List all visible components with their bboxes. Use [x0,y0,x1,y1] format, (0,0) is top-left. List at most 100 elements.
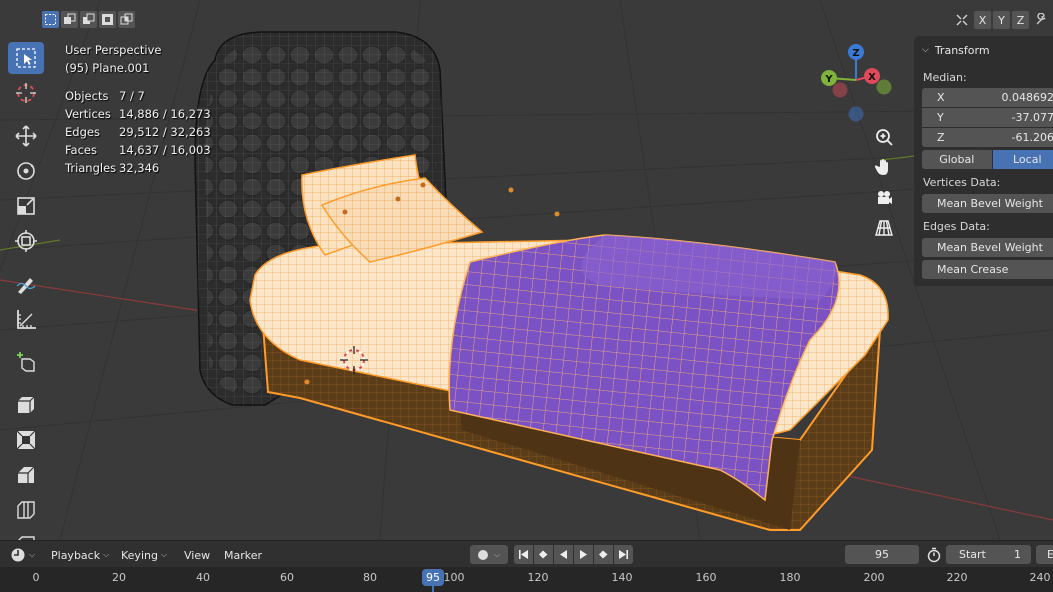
measure-tool[interactable] [8,303,44,335]
stat-label: Vertices [65,107,111,121]
stat-row: Edges 29,512 / 32,263 [65,123,211,141]
stat-row: Objects 7 / 7 [65,87,211,105]
add-cube-tool[interactable] [8,346,44,378]
stat-value: 32,346 [119,161,160,175]
3d-viewport[interactable]: X Y Z User Perspective (95) Plane.001 Ob… [0,0,1053,540]
edges-mean-crease-field[interactable]: Mean Crease [922,260,1053,279]
frame-tick: 40 [196,571,210,584]
timeline-header: ⌵ Playback ⌵ Keying ⌵ View Marker ⌵ 95 Sta… [0,540,1053,567]
select-extend-icon[interactable] [61,11,78,28]
axis-label: Y [937,111,944,124]
frame-tick: 0 [32,571,40,584]
frame-tick: 200 [863,571,885,584]
gizmo-x-label: X [868,72,876,83]
select-box-tool[interactable] [8,42,44,74]
wrench-icon[interactable] [1031,11,1051,29]
perspective-grid-icon[interactable] [871,215,897,241]
cursor-tool[interactable] [8,77,44,109]
global-toggle-button[interactable]: Global [922,150,992,169]
pan-hand-icon[interactable] [871,154,897,180]
median-label: Median: [923,71,967,84]
frame-tick: 180 [779,571,801,584]
median-x-field[interactable]: X 0.048692 [922,88,1053,107]
marker-menu[interactable]: Marker [224,546,262,564]
menu-label: Playback [51,548,101,562]
menu-label: Keying [121,548,158,562]
mirror-x-button[interactable]: X [974,11,991,29]
record-icon [477,549,488,560]
view-menu[interactable]: View [184,546,210,564]
mirror-axis-group: X Y Z [952,11,1051,29]
transform-panel-header[interactable]: ⌵ Transform [922,40,990,60]
loop-cut-tool[interactable] [8,494,44,526]
vertices-mean-bevel-weight-field[interactable]: Mean Bevel Weight [922,194,1053,213]
transform-tool[interactable] [8,225,44,257]
start-value: 1 [1014,548,1021,561]
zoom-icon[interactable] [871,124,897,150]
frame-tick: 60 [280,571,294,584]
jump-start-icon[interactable] [514,545,533,564]
jump-keyframe-back-icon[interactable] [534,545,553,564]
auto-keying-toggle[interactable]: ⌵ [470,545,508,564]
bevel-tool[interactable] [8,459,44,491]
axis-label: Z [937,131,945,144]
view-name: User Perspective [65,43,162,57]
play-reverse-icon[interactable] [554,545,573,564]
frame-tick: 240 [1029,571,1051,584]
select-subtract-icon[interactable] [80,11,97,28]
median-y-field[interactable]: Y -37.077 [922,108,1053,127]
playback-menu[interactable]: Playback ⌵ [51,546,109,564]
playhead-frame-indicator[interactable]: 95 [422,569,444,586]
edges-mean-bevel-weight-field[interactable]: Mean Bevel Weight [922,238,1053,257]
mirror-y-button[interactable]: Y [993,11,1010,29]
chevron-down-icon: ⌵ [103,550,110,559]
frame-tick: 220 [946,571,968,584]
space-toggle: Global Local [922,150,1053,169]
frame-tick: 120 [527,571,549,584]
median-z-field[interactable]: Z -61.206 [922,128,1053,147]
end-frame-field[interactable]: E [1036,545,1053,564]
play-icon[interactable] [574,545,593,564]
scale-tool[interactable] [8,190,44,222]
stat-value: 29,512 / 32,263 [119,125,211,139]
move-tool[interactable] [8,120,44,152]
axis-value: -61.206 [1011,131,1053,144]
select-new-icon[interactable] [42,11,59,28]
annotate-tool[interactable] [8,268,44,300]
inset-tool[interactable] [8,424,44,456]
stat-label: Triangles [65,161,117,175]
keying-menu[interactable]: Keying ⌵ [121,546,167,564]
camera-icon[interactable] [871,185,897,211]
stopwatch-icon[interactable] [926,546,942,564]
rotate-tool[interactable] [8,155,44,187]
navigation-gizmo[interactable]: Z X Y [816,40,896,124]
selection-mode-group [42,11,135,28]
clock-icon [11,548,25,562]
stat-row: Triangles 32,346 [65,159,211,177]
gizmo-z-label: Z [852,48,859,59]
edges-data-label: Edges Data: [923,220,990,233]
gizmo-y-label: Y [824,74,833,85]
start-frame-field[interactable]: Start 1 [946,545,1031,564]
knife-tool[interactable] [8,529,44,540]
axis-value: -37.077 [1011,111,1053,124]
select-intersect-icon[interactable] [118,11,135,28]
local-toggle-button[interactable]: Local [992,150,1053,169]
timeline-ruler[interactable]: 0 20 40 60 80 100 120 140 160 180 200 22… [0,567,1053,592]
chevron-down-icon: ⌵ [922,45,929,55]
mirror-z-button[interactable]: Z [1012,11,1029,29]
editor-type-button[interactable]: ⌵ [10,546,35,564]
panel-title: Transform [934,43,990,57]
select-invert-icon[interactable] [99,11,116,28]
jump-end-icon[interactable] [614,545,633,564]
playhead-line[interactable] [432,585,434,592]
current-frame-field[interactable]: 95 [845,545,919,564]
chevron-down-icon: ⌵ [493,549,501,559]
frame-tick: 20 [112,571,126,584]
jump-keyframe-forward-icon[interactable] [594,545,613,564]
vertices-data-label: Vertices Data: [923,176,1001,189]
extrude-tool[interactable] [8,389,44,421]
viewport-stats-overlay: User Perspective (95) Plane.001 Objects 7… [65,41,211,177]
chevron-down-icon: ⌵ [29,550,36,559]
chevron-down-icon: ⌵ [160,550,168,559]
